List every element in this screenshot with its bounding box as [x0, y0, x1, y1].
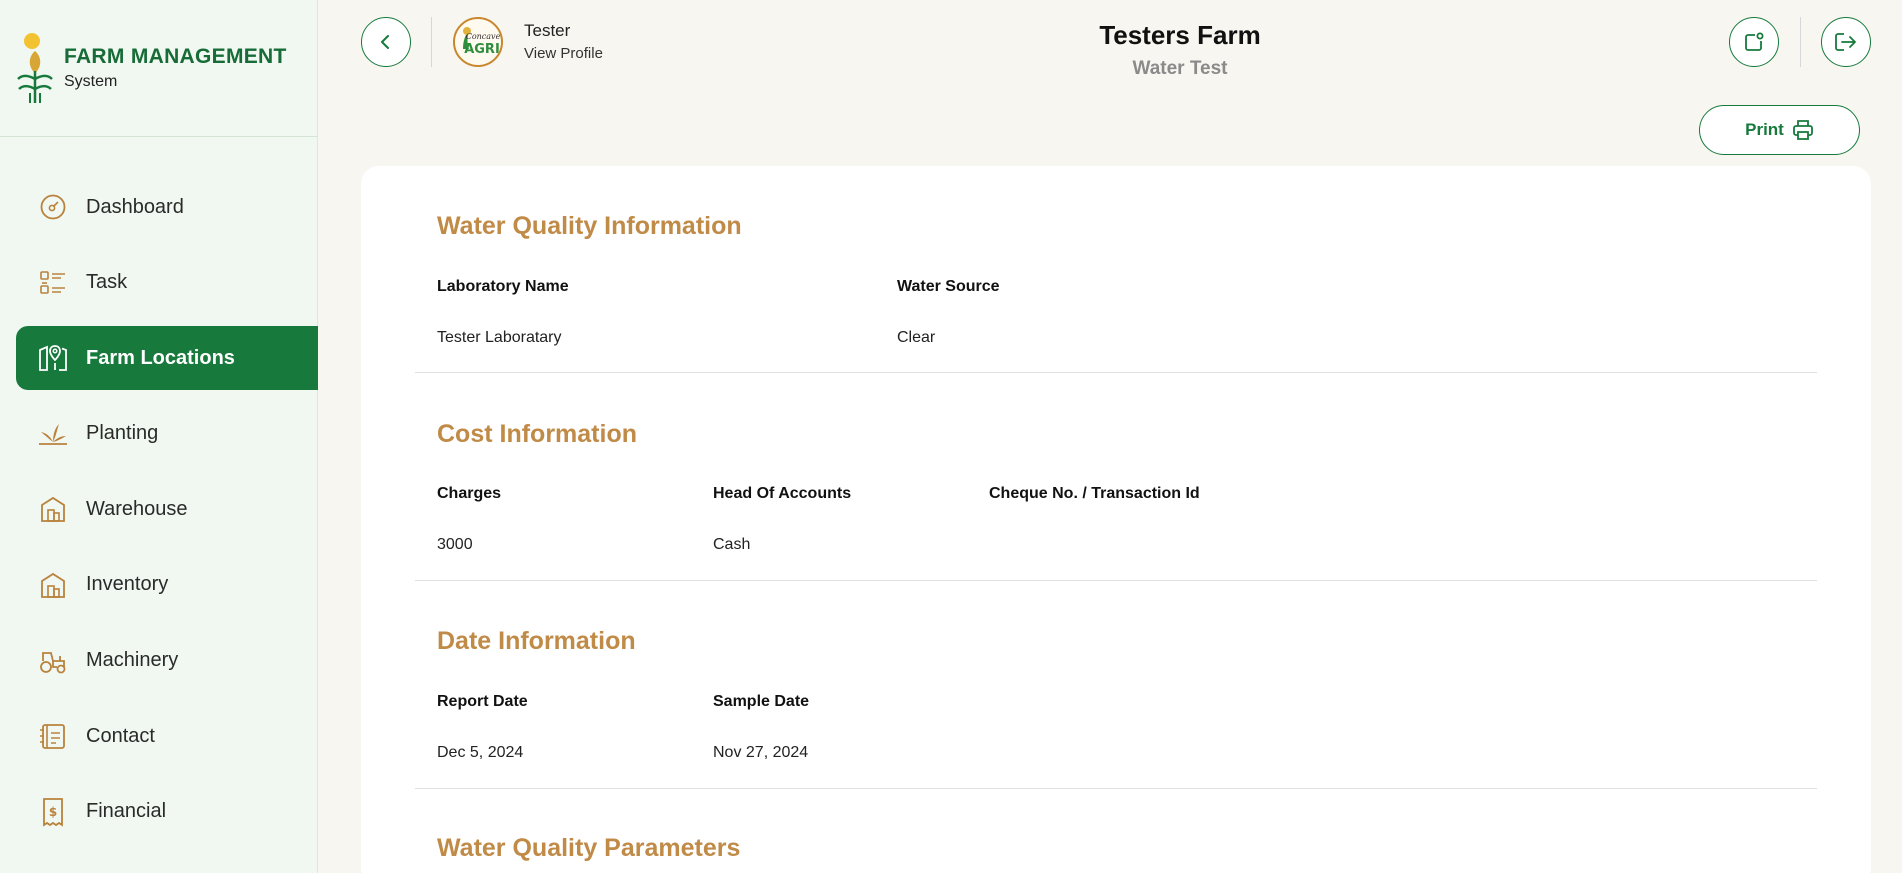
section-title-water-quality: Water Quality Information [437, 212, 742, 240]
header-divider [431, 17, 432, 67]
section-divider [415, 580, 1817, 581]
printer-icon [1792, 120, 1813, 140]
plant-icon [38, 419, 68, 449]
view-profile-link[interactable]: View Profile [524, 45, 603, 62]
sidebar-item-label: Farm Locations [86, 346, 235, 369]
laboratory-name-label: Laboratory Name [437, 278, 569, 295]
brand-subtitle: System [64, 73, 118, 90]
logout-icon [1835, 33, 1856, 51]
svg-text:AGRI: AGRI [464, 42, 500, 57]
report-date-label: Report Date [437, 693, 528, 710]
head-of-accounts-value: Cash [713, 536, 751, 553]
task-list-icon [38, 268, 68, 298]
section-divider [415, 372, 1817, 373]
notification-button[interactable] [1729, 17, 1779, 67]
svg-text:Concave: Concave [466, 32, 501, 41]
sidebar-item-label: Warehouse [86, 497, 188, 520]
water-test-card: Water Quality Information Laboratory Nam… [361, 166, 1871, 873]
sidebar: FARM MANAGEMENT System Dashboard Task Fa… [0, 0, 318, 873]
sidebar-item-financial[interactable]: $ Financial [16, 780, 318, 844]
sidebar-item-label: Machinery [86, 649, 179, 672]
sample-date-value: Nov 27, 2024 [713, 744, 809, 761]
dashboard-gauge-icon [38, 192, 68, 222]
laboratory-name-value: Tester Laboratary [437, 329, 562, 346]
page-subtitle: Water Test [1132, 58, 1228, 79]
sidebar-item-machinery[interactable]: Machinery [16, 629, 318, 693]
sidebar-item-label: Contact [86, 724, 155, 747]
concave-agri-logo-icon: Concave AGRI [463, 27, 501, 57]
water-source-label: Water Source [897, 278, 1000, 295]
sidebar-item-warehouse[interactable]: Warehouse [16, 477, 318, 541]
section-title-date: Date Information [437, 627, 636, 655]
sidebar-item-label: Dashboard [86, 195, 184, 218]
print-button[interactable]: Print [1699, 105, 1860, 155]
head-of-accounts-label: Head Of Accounts [713, 485, 852, 502]
sidebar-item-label: Financial [86, 800, 167, 823]
sidebar-item-label: Planting [86, 422, 159, 445]
page-title: Testers Farm [1099, 20, 1261, 50]
map-pin-icon [38, 343, 68, 373]
sidebar-item-dashboard[interactable]: Dashboard [16, 175, 318, 239]
inventory-icon [38, 570, 68, 600]
sidebar-item-contact[interactable]: Contact [16, 704, 318, 768]
avatar[interactable]: Concave AGRI [453, 17, 503, 67]
notification-box-icon [1745, 32, 1764, 51]
sample-date-label: Sample Date [713, 693, 810, 710]
sidebar-item-task[interactable]: Task [16, 251, 318, 315]
water-source-value: Clear [897, 329, 936, 346]
contact-book-icon [38, 721, 68, 751]
user-name: Tester [524, 21, 571, 40]
receipt-dollar-icon: $ [38, 797, 68, 827]
section-title-cost: Cost Information [437, 420, 637, 448]
svg-text:$: $ [49, 805, 57, 819]
report-date-value: Dec 5, 2024 [437, 744, 524, 761]
tractor-icon [38, 646, 68, 676]
brand: FARM MANAGEMENT System [0, 0, 317, 137]
charges-value: 3000 [437, 536, 473, 553]
sidebar-item-farm-locations[interactable]: Farm Locations [16, 326, 318, 391]
print-label: Print [1745, 120, 1784, 139]
section-title-parameters: Water Quality Parameters [437, 834, 741, 862]
section-divider [415, 788, 1817, 789]
farm-logo-icon [17, 33, 53, 103]
chevron-left-icon [381, 35, 389, 49]
sidebar-item-inventory[interactable]: Inventory [16, 553, 318, 617]
warehouse-icon [38, 494, 68, 524]
brand-title: FARM MANAGEMENT [64, 45, 287, 68]
sidebar-nav: Dashboard Task Farm Locations Planting W… [0, 175, 318, 855]
sidebar-item-label: Inventory [86, 573, 169, 596]
logout-button[interactable] [1821, 17, 1871, 67]
charges-label: Charges [437, 485, 502, 502]
back-button[interactable] [361, 17, 411, 67]
sidebar-item-planting[interactable]: Planting [16, 402, 318, 466]
cheque-transaction-label: Cheque No. / Transaction Id [989, 485, 1200, 502]
sidebar-item-label: Task [86, 271, 128, 294]
header-divider [1800, 17, 1801, 67]
